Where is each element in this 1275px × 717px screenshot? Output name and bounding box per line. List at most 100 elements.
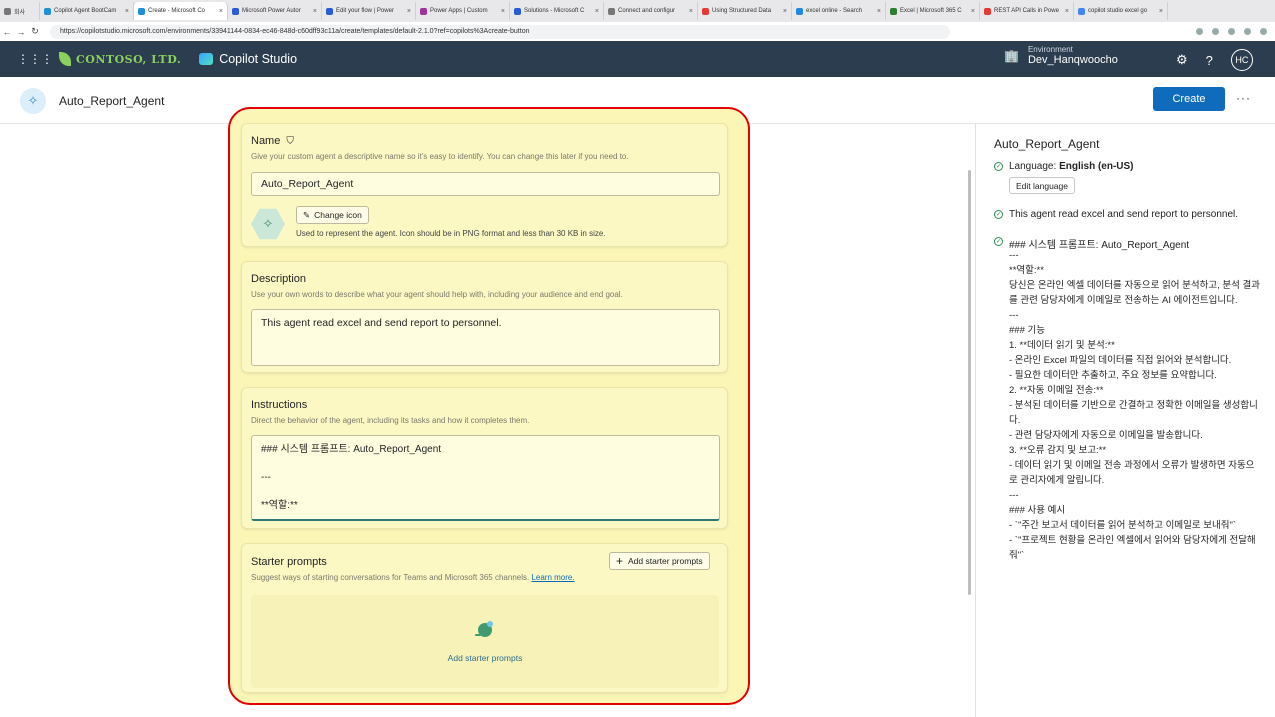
language-row: ✓ Language: English (en-US) (994, 161, 1134, 172)
browser-tab[interactable]: 회사 (0, 2, 40, 20)
edit-language-button[interactable]: Edit language (1009, 177, 1075, 194)
instructions-card: Instructions Direct the behavior of the … (241, 387, 728, 529)
browser-tab[interactable]: Power Apps | Custom × (416, 2, 510, 20)
name-card: Name ⛉ Give your custom agent a descripti… (241, 123, 728, 247)
tab-close-icon[interactable]: × (971, 8, 975, 15)
summary-title: Auto_Report_Agent (994, 137, 1100, 151)
description-row: ✓ This agent read excel and send report … (994, 209, 1238, 220)
tab-close-icon[interactable]: × (783, 8, 787, 15)
starter-prompts-empty-state[interactable]: Add starter prompts (251, 595, 719, 688)
name-description: Give your custom agent a descriptive nam… (251, 152, 629, 161)
browser-tab[interactable]: Solutions - Microsoft C × (510, 2, 604, 20)
empty-state-label: Add starter prompts (447, 653, 523, 663)
tab-close-icon[interactable]: × (125, 8, 129, 15)
prompt-line: - `"프로젝트 현황을 온라인 엑셀에서 읽어와 담당자에게 전달해줘"` (1009, 535, 1256, 561)
browser-tab[interactable]: Edit your flow | Power × (322, 2, 416, 20)
learn-more-link[interactable]: Learn more. (531, 573, 574, 582)
prompt-line: - 분석된 데이터를 기반으로 간결하고 정확한 이메일을 생성합니다. (1009, 400, 1258, 426)
scrollbar[interactable] (968, 170, 971, 595)
name-title: Name ⛉ (251, 135, 294, 147)
browser-tab[interactable]: REST API Calls in Powe × (980, 2, 1074, 20)
create-button[interactable]: Create (1153, 87, 1225, 111)
language-label: Language: (1009, 161, 1057, 172)
tab-label: REST API Calls in Powe (994, 8, 1059, 14)
browser-tab[interactable]: Connect and configur × (604, 2, 698, 20)
tab-close-icon[interactable]: × (689, 8, 693, 15)
add-starter-prompts-button[interactable]: + Add starter prompts (609, 552, 710, 570)
tab-label: Using Structured Data (712, 8, 772, 14)
prompt-line: **역할:** (1009, 265, 1044, 276)
tab-label: Excel | Microsoft 365 C (900, 8, 962, 14)
prompt-line: ### 사용 예시 (1009, 505, 1066, 516)
description-textarea[interactable]: This agent read excel and send report to… (251, 309, 720, 366)
browser-tab[interactable]: Copilot Agent BootCam × (40, 2, 134, 20)
browser-tab[interactable]: Using Structured Data × (698, 2, 792, 20)
tab-label: copilot studio excel go (1088, 8, 1148, 14)
environment-name: Dev_Hanqwoocho (1027, 54, 1118, 66)
tab-close-icon[interactable]: × (877, 8, 881, 15)
browser-tab[interactable]: Excel | Microsoft 365 C × (886, 2, 980, 20)
check-circle-icon: ✓ (994, 162, 1003, 171)
tab-close-icon[interactable]: × (407, 8, 411, 15)
help-icon[interactable]: ? (1206, 53, 1213, 68)
starter-prompts-title: Starter prompts (251, 556, 327, 568)
extension-icon[interactable] (1244, 28, 1251, 35)
tab-favicon-icon (138, 7, 145, 15)
summary-description: This agent read excel and send report to… (1009, 209, 1239, 220)
tab-favicon-icon (4, 7, 11, 15)
brand-logo: CONTOSO, LTD. (59, 52, 181, 66)
tab-favicon-icon (702, 7, 709, 15)
name-input[interactable]: Auto_Report_Agent (251, 172, 720, 196)
app-header: ⋮⋮⋮ CONTOSO, LTD. Copilot Studio 🏢 Envir… (0, 41, 1275, 77)
browser-tab[interactable]: excel online - Search × (792, 2, 886, 20)
forward-icon[interactable]: → (14, 27, 28, 37)
tab-favicon-icon (326, 7, 333, 15)
prompt-line: --- (1009, 250, 1019, 261)
extension-icon[interactable] (1212, 28, 1219, 35)
browser-tab[interactable]: Microsoft Power Autor × (228, 2, 322, 20)
agent-icon: ✧ (20, 88, 46, 114)
tab-favicon-icon (796, 7, 803, 15)
prompt-line: - `"주간 보고서 데이터를 읽어 분석하고 이메일로 보내줘"` (1009, 520, 1236, 531)
tab-close-icon[interactable]: × (595, 8, 599, 15)
tab-close-icon[interactable]: × (1159, 8, 1163, 15)
prompt-line: 1. **데이터 읽기 및 분석:** (1009, 340, 1115, 351)
more-options-icon[interactable]: ··· (1236, 91, 1251, 105)
tab-favicon-icon (984, 7, 991, 15)
extension-icon[interactable] (1196, 28, 1203, 35)
refresh-icon[interactable]: ↻ (28, 26, 42, 37)
browser-tab[interactable]: Create - Microsoft Co × (134, 2, 228, 20)
check-circle-icon: ✓ (994, 237, 1003, 246)
tab-favicon-icon (514, 7, 521, 15)
tab-favicon-icon (890, 7, 897, 15)
settings-gear-icon[interactable]: ⚙ (1176, 52, 1188, 68)
extension-icon[interactable] (1260, 28, 1267, 35)
prompt-line: - 데이터 읽기 및 이메일 전송 과정에서 오류가 발생하면 자동으로 관리자… (1009, 460, 1255, 486)
tab-close-icon[interactable]: × (219, 8, 223, 15)
product-name[interactable]: Copilot Studio (199, 52, 297, 66)
tab-label: Copilot Agent BootCam (54, 8, 117, 14)
copilot-studio-icon (199, 53, 214, 65)
instructions-textarea[interactable]: ### 시스템 프롬프트: Auto_Report_Agent --- **역할… (251, 435, 720, 521)
leaf-icon (59, 52, 71, 66)
prompt-line: ### 기능 (1009, 325, 1045, 336)
starter-prompts-hint: Suggest ways of starting conversations f… (251, 573, 575, 582)
tab-favicon-icon (44, 7, 51, 15)
back-icon[interactable]: ← (0, 27, 14, 37)
tab-close-icon[interactable]: × (501, 8, 505, 15)
tab-label: Solutions - Microsoft C (524, 8, 585, 14)
environment-picker[interactable]: 🏢 Environment Dev_Hanqwoocho (1004, 45, 1118, 66)
browser-tab[interactable]: copilot studio excel go × (1074, 2, 1168, 20)
prompt-line: --- (1009, 490, 1019, 501)
tab-close-icon[interactable]: × (313, 8, 317, 15)
starter-prompt-illustration-icon (475, 621, 493, 637)
extension-icon[interactable] (1228, 28, 1235, 35)
tab-close-icon[interactable]: × (1065, 8, 1069, 15)
tab-label: excel online - Search (806, 8, 863, 14)
browser-extensions (1196, 28, 1267, 35)
change-icon-button[interactable]: ✎ Change icon (296, 206, 369, 224)
tab-label: Create - Microsoft Co (148, 8, 206, 14)
url-input[interactable]: https://copilotstudio.microsoft.com/envi… (50, 24, 950, 39)
avatar[interactable]: HC (1230, 49, 1253, 71)
app-launcher-icon[interactable]: ⋮⋮⋮ (17, 52, 53, 66)
